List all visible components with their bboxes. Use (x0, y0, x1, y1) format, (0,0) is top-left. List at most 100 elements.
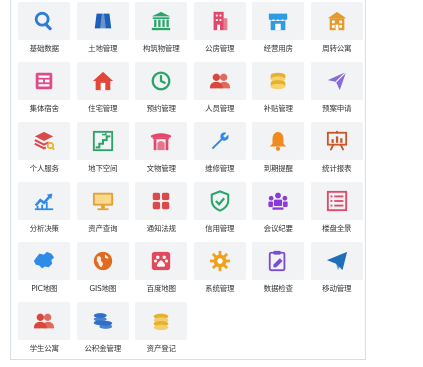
app-tile[interactable]: 公积金管理 (74, 298, 133, 358)
app-icon-box[interactable] (310, 62, 363, 100)
app-label: 地下空间 (88, 164, 118, 173)
app-icon-box[interactable] (76, 302, 129, 340)
app-tile[interactable]: 个人服务 (15, 118, 74, 178)
app-icon-box[interactable] (76, 182, 129, 220)
office-building-icon (209, 10, 231, 32)
app-icon-box[interactable] (310, 242, 363, 280)
app-label: 人员管理 (205, 104, 235, 113)
app-icon-box[interactable] (193, 182, 246, 220)
app-tile[interactable]: 经营用房 (249, 0, 308, 58)
app-icon-box[interactable] (252, 62, 305, 100)
coins-stack-icon (92, 310, 114, 332)
china-map-icon (33, 250, 55, 272)
app-tile[interactable]: 周转公寓 (308, 0, 367, 58)
app-tile[interactable]: 通知法规 (132, 178, 191, 238)
app-tile[interactable]: 人员管理 (191, 58, 250, 118)
app-label: 文物管理 (146, 164, 176, 173)
app-icon-box[interactable] (193, 2, 246, 40)
app-label: 经营用房 (263, 44, 293, 53)
app-icon-box[interactable] (18, 302, 71, 340)
app-icon-box[interactable] (135, 182, 188, 220)
app-tile[interactable]: 基础数据 (15, 0, 74, 58)
app-icon-box[interactable] (18, 2, 71, 40)
app-icon-box[interactable] (135, 302, 188, 340)
app-tile[interactable]: 集体宿舍 (15, 58, 74, 118)
map-book-icon (92, 10, 114, 32)
app-label: GIS地图 (89, 284, 117, 293)
app-icon-box[interactable] (252, 242, 305, 280)
app-icon-box[interactable] (76, 122, 129, 160)
app-tile[interactable]: 预案申请 (308, 58, 367, 118)
app-label: 数据检查 (263, 284, 293, 293)
app-tile[interactable]: 资产查询 (74, 178, 133, 238)
app-tile[interactable]: 分析决策 (15, 178, 74, 238)
app-tile[interactable]: 会议纪要 (249, 178, 308, 238)
app-icon-box[interactable] (76, 2, 129, 40)
app-label: 资产查询 (88, 224, 118, 233)
app-icon-box[interactable] (135, 62, 188, 100)
app-icon-box[interactable] (193, 242, 246, 280)
app-icon-box[interactable] (18, 242, 71, 280)
dormitory-icon (33, 70, 55, 92)
app-label: 通知法规 (146, 224, 176, 233)
app-tile[interactable]: 移动管理 (308, 238, 367, 298)
presentation-chart-icon (326, 130, 348, 152)
app-tile[interactable]: 系统管理 (191, 238, 250, 298)
app-label: 到期提醒 (263, 164, 293, 173)
app-icon-box[interactable] (18, 182, 71, 220)
app-tile[interactable]: 地下空间 (74, 118, 133, 178)
app-tile[interactable]: 到期提醒 (249, 118, 308, 178)
app-tile[interactable]: 构筑物管理 (132, 0, 191, 58)
app-icon-box[interactable] (135, 242, 188, 280)
app-label: 信用管理 (205, 224, 235, 233)
pavilion-icon (150, 130, 172, 152)
app-label: 统计报表 (322, 164, 352, 173)
app-icon-box[interactable] (135, 122, 188, 160)
coins-icon (267, 70, 289, 92)
app-icon-box[interactable] (18, 62, 71, 100)
app-tile[interactable]: 学生公寓 (15, 298, 74, 358)
app-icon-box[interactable] (193, 62, 246, 100)
apartment-icon (326, 10, 348, 32)
app-icon-box[interactable] (310, 2, 363, 40)
app-label: 集体宿舍 (29, 104, 59, 113)
app-tile[interactable]: 统计报表 (308, 118, 367, 178)
app-tile[interactable]: 楼盘全景 (308, 178, 367, 238)
app-icon-box[interactable] (193, 122, 246, 160)
app-tile[interactable]: 数据检查 (249, 238, 308, 298)
app-icon-box[interactable] (76, 62, 129, 100)
trend-chart-icon (33, 190, 55, 212)
app-icon-box[interactable] (135, 2, 188, 40)
app-tile[interactable]: 公房管理 (191, 0, 250, 58)
app-tile[interactable]: 住宅管理 (74, 58, 133, 118)
app-tile[interactable]: 土地管理 (74, 0, 133, 58)
wrench-icon (209, 130, 231, 152)
app-label: 会议纪要 (263, 224, 293, 233)
app-tile[interactable]: 信用管理 (191, 178, 250, 238)
app-tile[interactable]: PIC地图 (15, 238, 74, 298)
app-tile[interactable]: 维修管理 (191, 118, 250, 178)
app-tile[interactable]: 文物管理 (132, 118, 191, 178)
app-tile[interactable]: GIS地图 (74, 238, 133, 298)
app-label: 基础数据 (29, 44, 59, 53)
app-tile[interactable]: 预约管理 (132, 58, 191, 118)
gear-icon (209, 250, 231, 272)
app-label: 资产登记 (146, 344, 176, 353)
app-icon-box[interactable] (310, 182, 363, 220)
app-label: 分析决策 (29, 224, 59, 233)
app-icon-box[interactable] (310, 122, 363, 160)
paper-plane-icon (326, 70, 348, 92)
app-icon-box[interactable] (252, 182, 305, 220)
app-icon-box[interactable] (76, 242, 129, 280)
building-columns-icon (150, 10, 172, 32)
bell-icon (267, 130, 289, 152)
app-tile[interactable]: 资产登记 (132, 298, 191, 358)
app-label: 周转公寓 (322, 44, 352, 53)
app-tile[interactable]: 补贴管理 (249, 58, 308, 118)
app-icon-box[interactable] (252, 2, 305, 40)
app-tile[interactable]: 百度地图 (132, 238, 191, 298)
house-icon (92, 70, 114, 92)
meeting-icon (267, 190, 289, 212)
app-icon-box[interactable] (252, 122, 305, 160)
app-icon-box[interactable] (18, 122, 71, 160)
